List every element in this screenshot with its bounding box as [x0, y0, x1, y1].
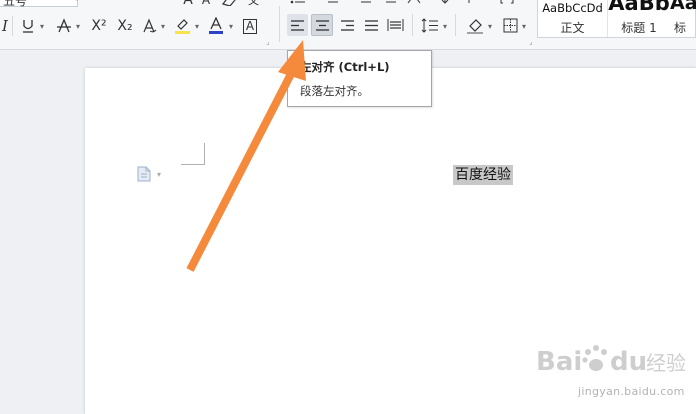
- baidu-watermark-logo: Bai du 经验: [536, 345, 686, 377]
- watermark-url: jingyan.baidu.com: [578, 385, 685, 398]
- svg-text:du: du: [610, 347, 647, 377]
- svg-text:Bai: Bai: [536, 347, 582, 377]
- svg-text:经验: 经验: [646, 351, 686, 375]
